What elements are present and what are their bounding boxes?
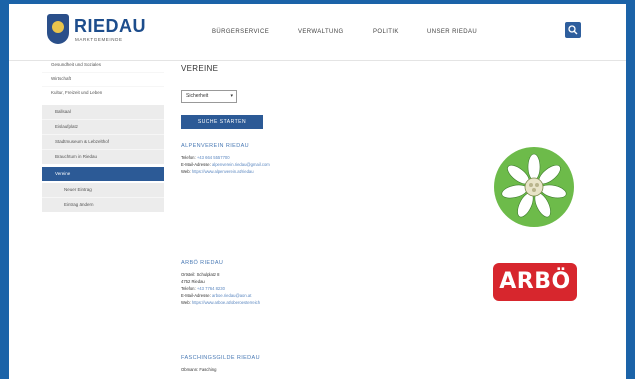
email-link[interactable]: arboe.riedau@aon.at [212, 293, 251, 298]
site-header: RIEDAU MARKTGEMEINDE BÜRGERSERVICE VERWA… [9, 4, 626, 61]
entry-line: Web: https://www.arboe.at/oberoesterreic… [181, 300, 261, 305]
web-link[interactable]: https://www.alpenverein.at/riedau [192, 169, 254, 174]
phone-link[interactable]: +43 7764 8230 [197, 286, 225, 291]
brand-subtitle: MARKTGEMEINDE [75, 37, 123, 42]
email-link[interactable]: alpenverein.riedau@gmail.com [212, 162, 270, 167]
nav-unser-riedau[interactable]: UNSER RIEDAU [427, 29, 477, 35]
sidebar-item-eislaufplatz[interactable]: Eislaufplatz [42, 120, 164, 134]
web-link[interactable]: https://www.arboe.at/oberoesterreich [192, 300, 260, 305]
alpenverein-edelweiss-logo [494, 147, 574, 227]
sidebar-item-vereine[interactable]: Vereine [42, 167, 164, 181]
chevron-down-icon: ▾ [230, 93, 233, 99]
nav-politik[interactable]: POLITIK [373, 29, 399, 35]
entry-line: Obmann: Fasching [181, 367, 217, 372]
search-start-button[interactable]: SUCHE STARTEN [181, 115, 263, 129]
entry-line: Web: https://www.alpenverein.at/riedau [181, 169, 254, 174]
sidebar-item-brauchtum[interactable]: Brauchtum in Riedau [42, 150, 164, 164]
nav-buergerservice[interactable]: BÜRGERSERVICE [212, 29, 269, 35]
category-select[interactable]: Sicherheit ▾ [181, 90, 237, 103]
entry-line: E-Mail-Adresse: arboe.riedau@aon.at [181, 293, 252, 298]
sidebar-item-stadtmuseum[interactable]: Stadtmuseum & Lebzelthof [42, 135, 164, 149]
sidebar-item-neuer-eintrag[interactable]: Neuer Eintrag [42, 183, 164, 197]
sidebar-item-eintrag-aendern[interactable]: Eintrag ändern [42, 198, 164, 212]
entry-title-arboe[interactable]: ARBÖ RIEDAU [181, 260, 223, 266]
entry-line: Ortsteil: Schulplatz 8 [181, 272, 220, 277]
sidebar-item-ballsaal[interactable]: Ballsaal [42, 105, 164, 119]
entry-line: Telefon: +43 664 5557700 [181, 155, 230, 160]
entry-line: Telefon: +43 7764 8230 [181, 286, 225, 291]
brand-name[interactable]: RIEDAU [74, 16, 146, 37]
entry-line: E-Mail-Adresse: alpenverein.riedau@gmail… [181, 162, 270, 167]
search-button[interactable] [565, 22, 581, 38]
coat-of-arms-logo[interactable] [47, 14, 69, 44]
sidebar-item-kultur[interactable]: Kultur, Freizeit und Leben [42, 86, 164, 100]
sidebar-item-gesundheit[interactable]: Gesundheit und Soziales [42, 58, 164, 72]
category-select-value: Sicherheit [186, 93, 209, 99]
phone-link[interactable]: +43 664 5557700 [197, 155, 230, 160]
nav-verwaltung[interactable]: VERWALTUNG [298, 29, 344, 35]
browser-page: RIEDAU MARKTGEMEINDE BÜRGERSERVICE VERWA… [9, 4, 626, 379]
sidebar-item-wirtschaft[interactable]: Wirtschaft [42, 72, 164, 86]
entry-title-faschingsgilde[interactable]: FASCHINGSGILDE RIEDAU [181, 355, 260, 361]
arboe-logo: ARBÖ [493, 263, 577, 301]
page-title: VEREINE [181, 64, 219, 73]
edelweiss-icon [501, 153, 567, 218]
entry-title-alpenverein[interactable]: ALPENVEREIN RIEDAU [181, 143, 249, 149]
search-icon [568, 25, 578, 35]
entry-line: 4752 Riedau [181, 279, 205, 284]
